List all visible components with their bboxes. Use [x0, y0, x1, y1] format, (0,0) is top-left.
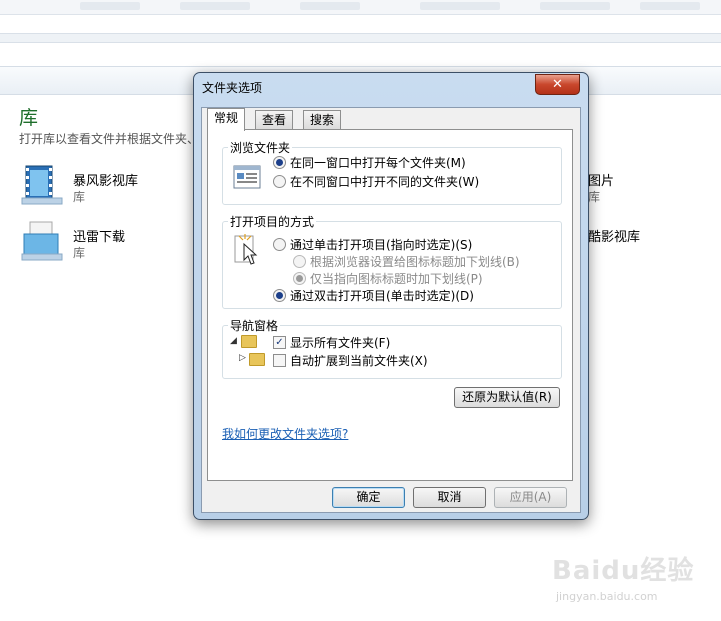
close-icon: ✕	[552, 77, 563, 92]
navigation-pane-group: 导航窗格 ◢ ▷ ✓ 显示所有文件夹(F) 自动扩展到当前文件夹(X)	[222, 317, 562, 379]
tab-view[interactable]: 查看	[255, 110, 294, 130]
folder-options-dialog: 文件夹选项 ✕ 常规 查看 搜索 浏览文件夹 在同一窗口中打开每个文件夹(M)	[193, 72, 589, 520]
open-new-window-option[interactable]: 在不同窗口中打开不同的文件夹(W)	[273, 173, 479, 190]
help-link[interactable]: 我如何更改文件夹选项?	[222, 425, 348, 442]
library-item-name: 迅雷下载	[73, 230, 126, 245]
dialog-content: 常规 查看 搜索 浏览文件夹 在同一窗口中打开每个文件夹(M) 在不同窗口中打开…	[201, 107, 581, 513]
close-button[interactable]: ✕	[535, 74, 580, 95]
click-items-group: 打开项目的方式 通过单击打开项目(指向时选定)(S) 根据浏览器设置给图标标题加…	[222, 213, 562, 309]
double-click-option[interactable]: 通过双击打开项目(单击时选定)(D)	[273, 287, 474, 304]
auto-expand-option[interactable]: 自动扩展到当前文件夹(X)	[273, 352, 428, 369]
address-bar[interactable]	[0, 33, 721, 43]
restore-defaults-button[interactable]: 还原为默认值(R)	[454, 387, 560, 408]
video-library-icon	[21, 165, 63, 205]
blurred-tab	[640, 2, 700, 10]
underline-browser-option[interactable]: 根据浏览器设置给图标标题加下划线(B)	[293, 253, 520, 270]
blurred-tab	[80, 2, 140, 10]
option-label: 显示所有文件夹(F)	[290, 336, 391, 350]
tab-search[interactable]: 搜索	[303, 110, 342, 130]
option-label: 根据浏览器设置给图标标题加下划线(B)	[310, 255, 520, 269]
folder-icon	[241, 335, 257, 348]
underline-hover-option[interactable]: 仅当指向图标标题时加下划线(P)	[293, 270, 483, 287]
group-title: 导航窗格	[228, 317, 281, 334]
single-click-option[interactable]: 通过单击打开项目(指向时选定)(S)	[273, 236, 472, 253]
blurred-tab	[420, 2, 500, 10]
radio-button[interactable]	[293, 272, 306, 285]
option-label: 仅当指向图标标题时加下划线(P)	[310, 272, 483, 286]
tab-general[interactable]: 常规	[207, 108, 246, 131]
radio-button[interactable]	[293, 255, 306, 268]
blurred-tab	[540, 2, 610, 10]
option-label: 在同一窗口中打开每个文件夹(M)	[290, 156, 466, 170]
blurred-tab	[180, 2, 250, 10]
radio-button[interactable]	[273, 175, 286, 188]
library-item-pictures-type: 库	[588, 190, 601, 204]
option-label: 通过单击打开项目(指向时选定)(S)	[290, 238, 473, 252]
option-label: 在不同窗口中打开不同的文件夹(W)	[290, 175, 480, 189]
library-item-video-name[interactable]: 酷影视库	[588, 226, 640, 245]
dialog-title: 文件夹选项	[202, 81, 263, 95]
folder-icon	[249, 353, 265, 366]
ok-button[interactable]: 确定	[332, 487, 405, 508]
pointer-icon	[234, 234, 258, 265]
radio-button[interactable]	[273, 289, 286, 302]
library-title: 库	[19, 107, 39, 129]
option-label: 通过双击打开项目(单击时选定)(D)	[290, 289, 474, 303]
option-label: 自动扩展到当前文件夹(X)	[290, 354, 428, 368]
group-title: 打开项目的方式	[228, 213, 317, 230]
tab-panel-general: 浏览文件夹 在同一窗口中打开每个文件夹(M) 在不同窗口中打开不同的文件夹(W)	[207, 129, 573, 481]
checkbox-checked[interactable]: ✓	[273, 336, 286, 349]
download-library-icon	[21, 221, 63, 261]
blurred-tab	[300, 2, 360, 10]
tree-collapsed-icon: ▷	[239, 353, 246, 363]
browser-tab-strip	[0, 0, 721, 15]
apply-button[interactable]: 应用(A)	[494, 487, 567, 508]
radio-button[interactable]	[273, 156, 286, 169]
library-item-type: 库	[73, 190, 86, 204]
show-all-folders-option[interactable]: ✓ 显示所有文件夹(F)	[273, 334, 390, 351]
library-description: 打开库以查看文件并根据文件夹、	[19, 132, 191, 146]
tree-expanded-icon: ◢	[230, 336, 237, 346]
cancel-button[interactable]: 取消	[413, 487, 486, 508]
watermark-logo: Baidu经验	[552, 556, 695, 586]
library-item-type: 库	[73, 246, 86, 260]
open-same-window-option[interactable]: 在同一窗口中打开每个文件夹(M)	[273, 154, 466, 171]
library-item-name: 暴风影视库	[73, 174, 139, 189]
browse-folders-group: 浏览文件夹 在同一窗口中打开每个文件夹(M) 在不同窗口中打开不同的文件夹(W)	[222, 139, 562, 205]
checkbox[interactable]	[273, 354, 286, 367]
window-icon	[233, 165, 261, 189]
library-item-pictures-name[interactable]: 图片	[588, 170, 614, 189]
radio-button[interactable]	[273, 238, 286, 251]
watermark-url: jingyan.baidu.com	[556, 590, 658, 603]
